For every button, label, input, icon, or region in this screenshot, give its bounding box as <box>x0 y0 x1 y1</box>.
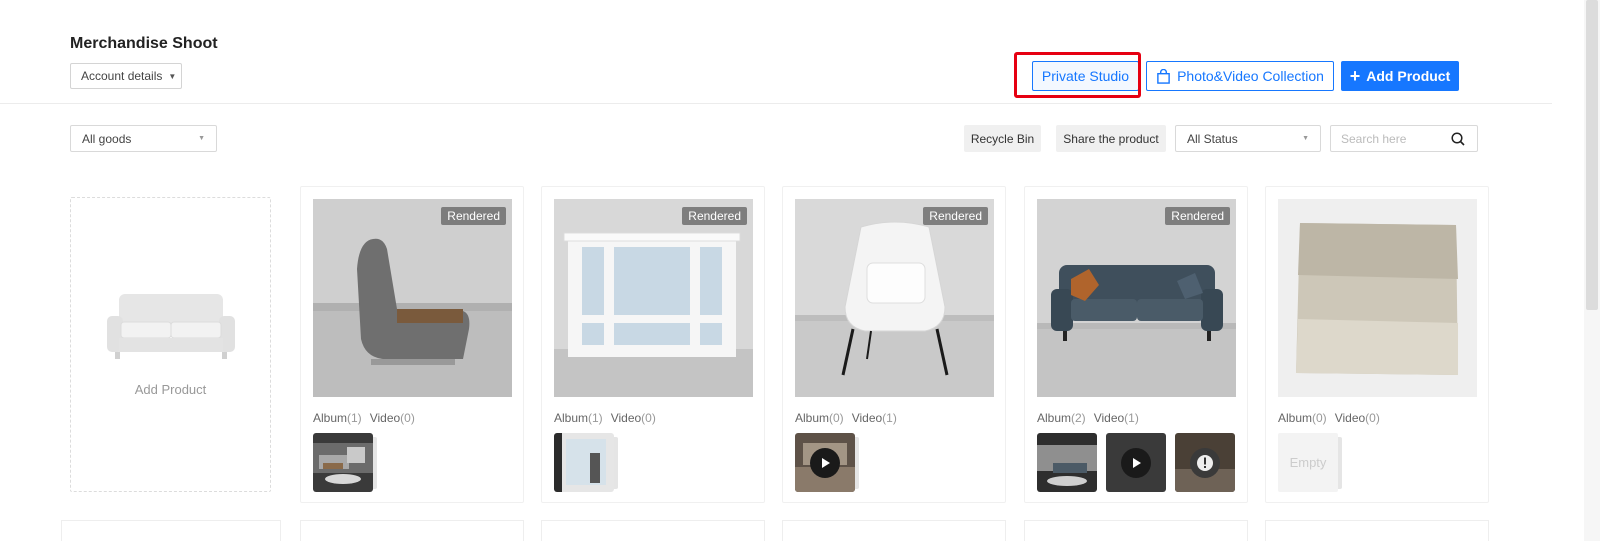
media-counts: Album(2) Video(1) <box>1037 411 1139 425</box>
video-label[interactable]: Video <box>611 411 641 425</box>
media-thumbnails <box>795 433 859 492</box>
account-details-dropdown[interactable]: Account details ▼ <box>70 63 182 89</box>
album-thumbnail[interactable] <box>1175 433 1235 492</box>
album-label[interactable]: Album <box>795 411 829 425</box>
rendered-badge: Rendered <box>1165 207 1230 225</box>
caret-down-icon: ▼ <box>168 71 177 81</box>
recycle-bin-label: Recycle Bin <box>970 131 1035 146</box>
add-product-label: Add Product <box>1366 68 1451 84</box>
product-card[interactable] <box>1265 520 1489 541</box>
scrollbar-thumb[interactable] <box>1586 0 1598 310</box>
product-card[interactable]: Rendered Album(1) Video(0) <box>541 186 765 503</box>
video-label[interactable]: Video <box>852 411 882 425</box>
video-label[interactable]: Video <box>1335 411 1365 425</box>
goods-filter-select[interactable]: All goods ▼ <box>70 125 217 152</box>
product-card[interactable] <box>1024 520 1248 541</box>
product-card[interactable]: Rendered Album(2) Video(1) <box>1024 186 1248 503</box>
recycle-bin-button[interactable]: Recycle Bin <box>964 125 1041 152</box>
media-thumbnails: Empty <box>1278 433 1342 492</box>
album-count: (0) <box>829 411 844 425</box>
media-thumbnails <box>1037 433 1235 492</box>
album-label[interactable]: Album <box>313 411 347 425</box>
album-label[interactable]: Album <box>1278 411 1312 425</box>
header: Merchandise Shoot Account details ▼ Priv… <box>0 0 1552 104</box>
product-card[interactable] <box>541 520 765 541</box>
warning-icon <box>1190 447 1220 478</box>
play-icon[interactable] <box>1121 447 1151 478</box>
media-counts: Album(0) Video(0) <box>1278 411 1380 425</box>
search-box <box>1330 125 1478 152</box>
video-thumbnail[interactable] <box>795 433 859 492</box>
caret-down-icon: ▼ <box>1302 135 1309 142</box>
product-image[interactable] <box>1278 199 1477 397</box>
media-counts: Album(0) Video(1) <box>795 411 897 425</box>
sofa-placeholder-icon <box>107 294 235 359</box>
empty-label: Empty <box>1278 433 1338 492</box>
media-counts: Album(1) Video(0) <box>313 411 415 425</box>
product-image[interactable]: Rendered <box>554 199 753 397</box>
account-details-label: Account details <box>81 69 163 83</box>
video-count: (0) <box>641 411 656 425</box>
product-image[interactable]: Rendered <box>1037 199 1236 397</box>
photo-video-collection-button[interactable]: Photo&Video Collection <box>1146 61 1334 91</box>
product-card[interactable]: Rendered Album(1) Video(0) <box>300 186 524 503</box>
album-count: (1) <box>588 411 603 425</box>
vertical-scrollbar[interactable] <box>1584 0 1600 541</box>
product-card[interactable]: Album(0) Video(0) Empty <box>1265 186 1489 503</box>
video-count: (1) <box>1124 411 1139 425</box>
video-label[interactable]: Video <box>370 411 400 425</box>
plus-icon: + <box>1349 66 1361 86</box>
album-thumbnail[interactable] <box>1037 433 1097 492</box>
page-title: Merchandise Shoot <box>70 35 218 52</box>
media-counts: Album(1) Video(0) <box>554 411 656 425</box>
video-label[interactable]: Video <box>1094 411 1124 425</box>
album-label[interactable]: Album <box>1037 411 1071 425</box>
product-image[interactable]: Rendered <box>795 199 994 397</box>
album-count: (2) <box>1071 411 1086 425</box>
album-thumbnail[interactable] <box>313 433 377 492</box>
add-product-card[interactable]: Add Product <box>70 197 271 492</box>
empty-thumbnail: Empty <box>1278 433 1342 492</box>
caret-down-icon: ▼ <box>198 135 205 142</box>
share-product-button[interactable]: Share the product <box>1056 125 1166 152</box>
product-card[interactable] <box>300 520 524 541</box>
video-count: (0) <box>1365 411 1380 425</box>
album-thumbnail[interactable] <box>554 433 618 492</box>
media-thumbnails <box>554 433 618 492</box>
photo-video-collection-label: Photo&Video Collection <box>1177 68 1324 84</box>
album-count: (0) <box>1312 411 1327 425</box>
rendered-badge: Rendered <box>682 207 747 225</box>
goods-filter-value: All goods <box>82 131 132 146</box>
page: Merchandise Shoot Account details ▼ Priv… <box>0 0 1600 541</box>
share-product-label: Share the product <box>1063 131 1159 146</box>
add-product-button[interactable]: + Add Product <box>1341 61 1459 91</box>
add-product-card-label: Add Product <box>134 382 207 397</box>
video-count: (1) <box>882 411 897 425</box>
video-count: (0) <box>400 411 415 425</box>
private-studio-label: Private Studio <box>1041 68 1130 84</box>
video-thumbnail[interactable] <box>1106 433 1166 492</box>
private-studio-button[interactable]: Private Studio <box>1032 61 1139 91</box>
product-card[interactable]: Rendered Album(0) Video(1) <box>782 186 1006 503</box>
product-image[interactable]: Rendered <box>313 199 512 397</box>
product-card[interactable] <box>782 520 1006 541</box>
album-count: (1) <box>347 411 362 425</box>
play-icon[interactable] <box>810 447 840 478</box>
rendered-badge: Rendered <box>923 207 988 225</box>
shopping-bag-icon <box>1157 68 1170 84</box>
product-card[interactable] <box>61 520 281 541</box>
media-thumbnails <box>313 433 377 492</box>
search-input[interactable] <box>1331 126 1441 151</box>
status-filter-value: All Status <box>1187 131 1238 146</box>
album-label[interactable]: Album <box>554 411 588 425</box>
status-filter-select[interactable]: All Status ▼ <box>1175 125 1321 152</box>
search-icon[interactable] <box>1451 132 1465 146</box>
rendered-badge: Rendered <box>441 207 506 225</box>
